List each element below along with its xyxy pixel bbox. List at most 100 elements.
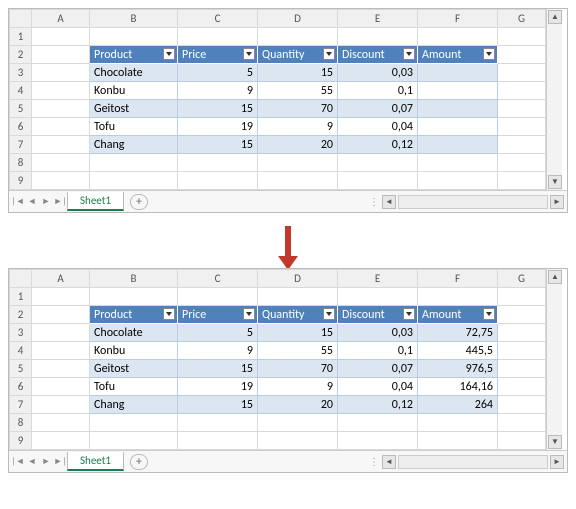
table-header-price[interactable]: Price bbox=[178, 46, 258, 64]
cell[interactable]: 20 bbox=[258, 396, 338, 414]
cell[interactable]: 5 bbox=[178, 64, 258, 82]
cell[interactable]: 0,03 bbox=[338, 324, 418, 342]
row-header[interactable]: 8 bbox=[10, 154, 32, 172]
table-header-discount[interactable]: Discount bbox=[338, 306, 418, 324]
row-header[interactable]: 5 bbox=[10, 360, 32, 378]
cell[interactable] bbox=[418, 118, 498, 136]
cell[interactable]: 5 bbox=[178, 324, 258, 342]
col-header[interactable]: F bbox=[418, 270, 498, 288]
filter-dropdown-icon[interactable] bbox=[483, 48, 495, 60]
col-header[interactable]: B bbox=[90, 10, 178, 28]
cell[interactable]: Geitost bbox=[90, 100, 178, 118]
sheet-tab[interactable]: Sheet1 bbox=[67, 192, 124, 211]
spreadsheet-grid-after[interactable]: A B C D E F G 1 2 Product Price Quantity… bbox=[9, 269, 546, 450]
cell[interactable]: 15 bbox=[178, 396, 258, 414]
scroll-track[interactable] bbox=[547, 25, 562, 174]
cell[interactable]: 20 bbox=[258, 136, 338, 154]
row-header[interactable]: 5 bbox=[10, 100, 32, 118]
row-header[interactable]: 8 bbox=[10, 414, 32, 432]
cell[interactable] bbox=[418, 136, 498, 154]
column-header-row[interactable]: A B C D E F G bbox=[10, 270, 546, 288]
row-header[interactable]: 9 bbox=[10, 172, 32, 190]
col-header[interactable]: E bbox=[338, 270, 418, 288]
tab-nav-next-icon[interactable]: ► bbox=[39, 456, 53, 467]
table-header-amount[interactable]: Amount bbox=[418, 306, 498, 324]
scroll-left-icon[interactable]: ◄ bbox=[382, 195, 396, 209]
scroll-down-icon[interactable]: ▼ bbox=[548, 175, 562, 189]
cell[interactable]: 55 bbox=[258, 342, 338, 360]
cell[interactable]: 264 bbox=[418, 396, 498, 414]
col-header[interactable]: D bbox=[258, 10, 338, 28]
scroll-down-icon[interactable]: ▼ bbox=[548, 435, 562, 449]
table-header-product[interactable]: Product bbox=[90, 306, 178, 324]
cell[interactable]: 55 bbox=[258, 82, 338, 100]
cell[interactable]: 19 bbox=[178, 118, 258, 136]
select-all-cell[interactable] bbox=[10, 10, 32, 28]
row-header[interactable]: 7 bbox=[10, 136, 32, 154]
cell[interactable]: 0,04 bbox=[338, 378, 418, 396]
cell[interactable]: 19 bbox=[178, 378, 258, 396]
filter-dropdown-icon[interactable] bbox=[403, 48, 415, 60]
cell[interactable]: Chocolate bbox=[90, 64, 178, 82]
tab-nav-prev-icon[interactable]: ◄ bbox=[25, 456, 39, 467]
split-grip-icon[interactable]: ⋮ bbox=[369, 455, 379, 468]
cell[interactable]: Chocolate bbox=[90, 324, 178, 342]
cell[interactable]: Konbu bbox=[90, 342, 178, 360]
tab-nav-prev-icon[interactable]: ◄ bbox=[25, 196, 39, 207]
col-header[interactable]: G bbox=[498, 10, 546, 28]
cell[interactable]: 15 bbox=[178, 136, 258, 154]
add-sheet-button[interactable]: + bbox=[130, 194, 148, 210]
cell[interactable]: Tofu bbox=[90, 118, 178, 136]
row-header[interactable]: 7 bbox=[10, 396, 32, 414]
tab-nav-last-icon[interactable]: ►| bbox=[53, 456, 67, 467]
scroll-up-icon[interactable]: ▲ bbox=[548, 270, 562, 284]
filter-dropdown-icon[interactable] bbox=[243, 308, 255, 320]
cell[interactable]: 9 bbox=[178, 82, 258, 100]
row-header[interactable]: 1 bbox=[10, 28, 32, 46]
col-header[interactable]: D bbox=[258, 270, 338, 288]
col-header[interactable]: A bbox=[32, 270, 90, 288]
tab-nav-first-icon[interactable]: |◄ bbox=[11, 456, 25, 467]
filter-dropdown-icon[interactable] bbox=[323, 308, 335, 320]
cell[interactable] bbox=[418, 64, 498, 82]
cell[interactable]: 0,07 bbox=[338, 360, 418, 378]
cell[interactable]: 70 bbox=[258, 100, 338, 118]
col-header[interactable]: G bbox=[498, 270, 546, 288]
table-header-product[interactable]: Product bbox=[90, 46, 178, 64]
row-header[interactable]: 3 bbox=[10, 324, 32, 342]
table-header-quantity[interactable]: Quantity bbox=[258, 46, 338, 64]
sheet-tab[interactable]: Sheet1 bbox=[67, 452, 124, 471]
tab-nav-next-icon[interactable]: ► bbox=[39, 196, 53, 207]
cell[interactable]: 0,03 bbox=[338, 64, 418, 82]
scroll-right-icon[interactable]: ► bbox=[550, 195, 564, 209]
col-header[interactable]: E bbox=[338, 10, 418, 28]
cell[interactable]: Chang bbox=[90, 396, 178, 414]
cell[interactable]: 0,12 bbox=[338, 136, 418, 154]
cell[interactable]: 15 bbox=[178, 360, 258, 378]
cell[interactable] bbox=[418, 100, 498, 118]
cell[interactable]: 15 bbox=[258, 324, 338, 342]
filter-dropdown-icon[interactable] bbox=[163, 48, 175, 60]
filter-dropdown-icon[interactable] bbox=[403, 308, 415, 320]
row-header[interactable]: 2 bbox=[10, 306, 32, 324]
cell[interactable]: 0,07 bbox=[338, 100, 418, 118]
cell[interactable]: 9 bbox=[258, 378, 338, 396]
table-header-amount[interactable]: Amount bbox=[418, 46, 498, 64]
table-header-discount[interactable]: Discount bbox=[338, 46, 418, 64]
cell[interactable]: 9 bbox=[258, 118, 338, 136]
filter-dropdown-icon[interactable] bbox=[323, 48, 335, 60]
cell[interactable]: 0,12 bbox=[338, 396, 418, 414]
cell[interactable]: 15 bbox=[258, 64, 338, 82]
spreadsheet-grid-before[interactable]: A B C D E F G 1 2 Product Price Quantity… bbox=[9, 9, 546, 190]
cell[interactable]: 9 bbox=[178, 342, 258, 360]
table-header-quantity[interactable]: Quantity bbox=[258, 306, 338, 324]
cell[interactable]: 72,75 bbox=[418, 324, 498, 342]
row-header[interactable]: 1 bbox=[10, 288, 32, 306]
scroll-track[interactable] bbox=[547, 285, 562, 434]
vertical-scrollbar[interactable]: ▲ ▼ bbox=[546, 269, 562, 450]
cell[interactable]: Konbu bbox=[90, 82, 178, 100]
vertical-scrollbar[interactable]: ▲ ▼ bbox=[546, 9, 562, 190]
scroll-right-icon[interactable]: ► bbox=[550, 455, 564, 469]
cell[interactable]: Geitost bbox=[90, 360, 178, 378]
col-header[interactable]: A bbox=[32, 10, 90, 28]
